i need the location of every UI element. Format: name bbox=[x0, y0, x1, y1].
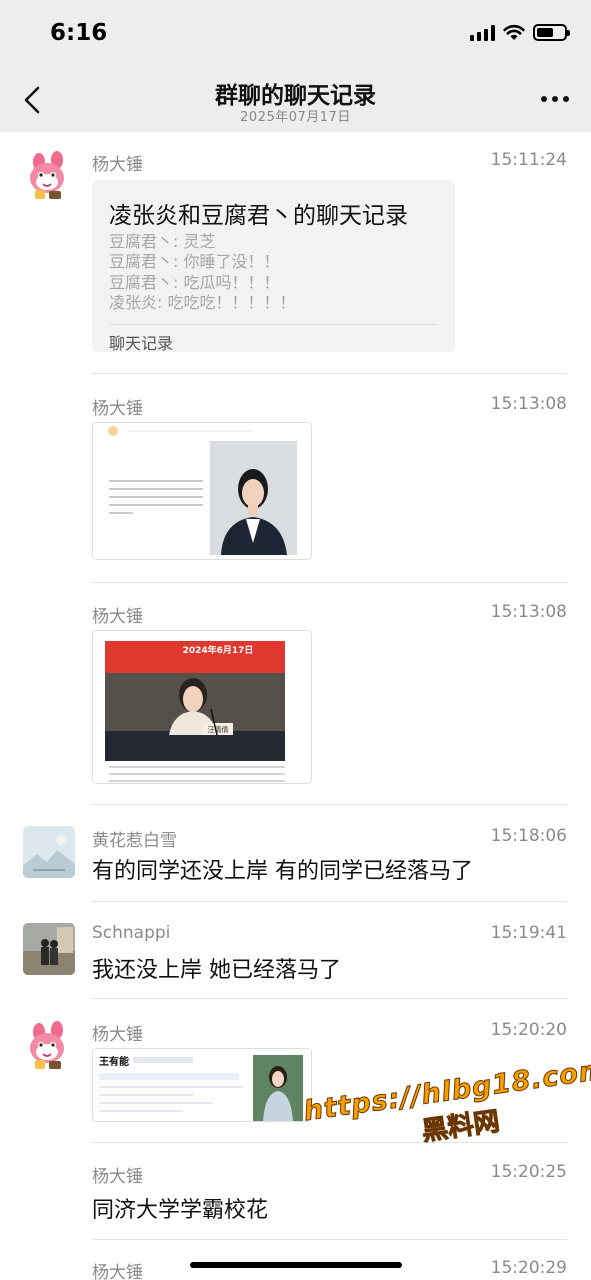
chat-record-divider bbox=[109, 324, 438, 325]
battery-icon bbox=[533, 24, 570, 41]
status-time: 6:16 bbox=[50, 20, 108, 46]
sender-name: 杨大锤 bbox=[92, 607, 143, 627]
message-time: 15:18:06 bbox=[490, 826, 567, 846]
home-indicator[interactable] bbox=[190, 1262, 402, 1268]
divider bbox=[92, 804, 567, 805]
page-title: 群聊的聊天记录 bbox=[215, 83, 376, 109]
message-time: 15:20:29 bbox=[490, 1258, 567, 1278]
profile-document-image bbox=[93, 423, 311, 559]
more-options-icon[interactable] bbox=[541, 96, 569, 102]
message-time: 15:13:08 bbox=[490, 602, 567, 622]
divider bbox=[92, 582, 567, 583]
meeting-photo-image: 2024年6月17日 汪倩倩 bbox=[93, 631, 311, 783]
photo-banner-text: 2024年6月17日 bbox=[183, 644, 254, 656]
photo-nameplate-text: 汪倩倩 bbox=[208, 725, 229, 734]
cellular-signal-icon bbox=[470, 24, 495, 41]
avatar[interactable] bbox=[23, 826, 75, 878]
wifi-icon bbox=[503, 24, 525, 40]
landscape-avatar-icon bbox=[23, 826, 75, 878]
chat-record-card[interactable]: 凌张炎和豆腐君丶的聊天记录 豆腐君丶: 灵芝 豆腐君丶: 你睡了没！！ 豆腐君丶… bbox=[92, 180, 455, 353]
avatar[interactable] bbox=[23, 1020, 75, 1072]
message-text: 我还没上岸 她已经落马了 bbox=[92, 958, 341, 983]
pink-cartoon-avatar-icon bbox=[30, 1021, 64, 1069]
sender-name: 杨大锤 bbox=[92, 1167, 143, 1187]
sender-name: 杨大锤 bbox=[92, 1263, 143, 1280]
sender-name: 杨大锤 bbox=[92, 1025, 143, 1045]
image-message[interactable] bbox=[92, 422, 312, 560]
chat-record-title: 凌张炎和豆腐君丶的聊天记录 bbox=[109, 203, 408, 229]
sender-name: 杨大锤 bbox=[92, 399, 143, 419]
photo-avatar-icon bbox=[23, 923, 75, 975]
watermark: https://hlbg18.com 黑料网 bbox=[301, 1053, 591, 1164]
divider bbox=[92, 373, 567, 374]
chat-record-footer: 聊天记录 bbox=[109, 334, 174, 353]
message-time: 15:11:24 bbox=[490, 150, 567, 170]
message-text: 有的同学还没上岸 有的同学已经落马了 bbox=[92, 859, 473, 884]
status-bar: 6:16 bbox=[0, 0, 591, 66]
image-message[interactable]: 2024年6月17日 汪倩倩 bbox=[92, 630, 312, 784]
status-icons bbox=[470, 24, 570, 41]
message-time: 15:13:08 bbox=[490, 394, 567, 414]
divider bbox=[92, 998, 567, 999]
page-date: 2025年07月17日 bbox=[240, 110, 351, 125]
sender-name: Schnappi bbox=[92, 923, 171, 943]
message-time: 15:20:25 bbox=[490, 1162, 567, 1182]
message-text: 同济大学学霸校花 bbox=[92, 1198, 269, 1223]
chat-record-line: 凌张炎: 吃吃吃！！！！！ bbox=[109, 293, 296, 312]
avatar[interactable] bbox=[23, 923, 75, 975]
nav-bar: 群聊的聊天记录 2025年07月17日 bbox=[0, 66, 591, 132]
image-message[interactable]: 王有能 bbox=[92, 1048, 312, 1122]
sender-name: 杨大锤 bbox=[92, 155, 143, 175]
divider bbox=[92, 901, 567, 902]
divider bbox=[92, 1239, 567, 1240]
avatar[interactable] bbox=[23, 150, 75, 202]
message-time: 15:20:20 bbox=[490, 1020, 567, 1040]
pink-cartoon-avatar-icon bbox=[30, 151, 64, 199]
profile-page-name: 王有能 bbox=[99, 1055, 129, 1068]
profile-page-image: 王有能 bbox=[93, 1049, 311, 1121]
sender-name: 黄花惹白雪 bbox=[92, 831, 177, 851]
message-time: 15:19:41 bbox=[490, 923, 567, 943]
